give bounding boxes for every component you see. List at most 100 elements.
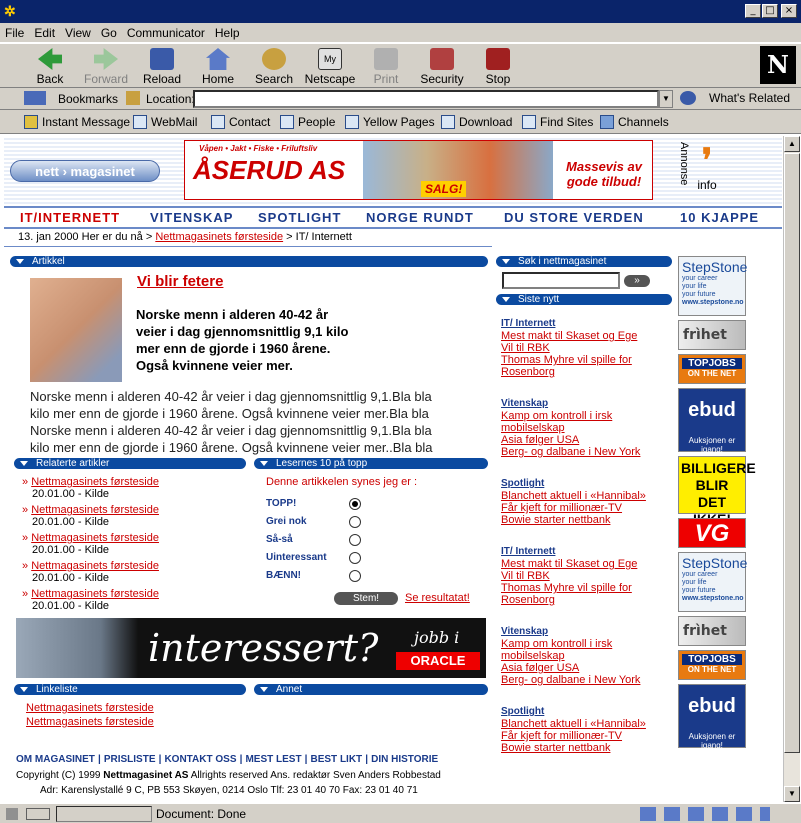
ad-offer-text: Massevis av gode tilbud!: [566, 159, 642, 189]
minimize-button[interactable]: _: [745, 4, 761, 18]
billigere-ad[interactable]: BILLIGERE BLIR DET IKKE!: [678, 456, 756, 527]
forward-button[interactable]: Forward: [78, 46, 134, 86]
vertical-scrollbar[interactable]: ▲ ▼: [783, 136, 800, 802]
netscape-icon: ✲: [4, 3, 16, 19]
site-logo[interactable]: nett › magasinet: [10, 160, 160, 182]
article-body-line: kilo mer enn de gjorde i 1960 årene. Ogs…: [30, 406, 429, 421]
menu-help[interactable]: Help: [210, 23, 245, 40]
aserud-ad-banner[interactable]: Våpen • Jakt • Fiske • Friluftsliv ÅSERU…: [184, 140, 653, 200]
topjobs-ad[interactable]: TOPJOBS ON THE NET: [678, 650, 746, 680]
poll-radio-uinteressant[interactable]: [349, 552, 361, 564]
related-link[interactable]: Nettmagasinets førsteside: [31, 476, 159, 488]
contact-link[interactable]: Contact: [211, 115, 270, 129]
window-title-bar: ✲ _ □ ×: [0, 0, 801, 23]
location-icon: [126, 91, 140, 105]
stepstone-ad[interactable]: StepStone your career your life your futu…: [678, 256, 747, 316]
nav-it-internett[interactable]: IT/INTERNETT: [20, 210, 120, 225]
back-button[interactable]: Back: [22, 46, 78, 86]
reload-button[interactable]: Reload: [134, 46, 190, 86]
instant-message-icon: [24, 115, 38, 129]
close-button[interactable]: ×: [781, 4, 797, 18]
nav-10-kjappe[interactable]: 10 KJAPPE: [680, 210, 759, 225]
linklist-item[interactable]: Nettmagasinets førsteside: [26, 701, 154, 715]
poll-radio-baenn[interactable]: [349, 570, 361, 582]
related-link[interactable]: Nettmagasinets førsteside: [31, 588, 159, 600]
whats-related-icon: [680, 91, 696, 105]
channels-link[interactable]: Channels: [600, 115, 669, 129]
oracle-banner-jobb: jobb i: [414, 628, 460, 647]
footer-prisliste[interactable]: PRISLISTE: [104, 754, 156, 765]
breadcrumb: 13. jan 2000 Her er du nå > Nettmagasine…: [18, 231, 352, 243]
vote-button[interactable]: Stem!: [334, 592, 398, 605]
location-input[interactable]: [193, 90, 659, 108]
page-content: nett › magasinet Våpen • Jakt • Fiske • …: [4, 136, 782, 802]
article-body-line: Norske menn i alderen 40-42 år veier i d…: [30, 423, 432, 438]
security-button[interactable]: Security: [414, 46, 470, 86]
article-bar: Artikkel: [10, 256, 488, 267]
stepstone-ad[interactable]: StepStone your career your life your futu…: [678, 552, 747, 612]
frihet-ad[interactable]: frìhet: [678, 320, 746, 350]
print-button[interactable]: Print: [358, 46, 414, 86]
netscape-button[interactable]: My Netscape: [302, 46, 358, 86]
poll-results-link[interactable]: Se resultatat!: [405, 592, 470, 604]
poll-option-label: BÆNN!: [266, 570, 301, 581]
footer-best-likt[interactable]: BEST LIKT: [311, 754, 363, 765]
poll-radio-sa-sa[interactable]: [349, 534, 361, 546]
oracle-banner[interactable]: interessert? jobb i ORACLE: [16, 618, 486, 678]
related-link[interactable]: Nettmagasinets førsteside: [31, 532, 159, 544]
scroll-thumb[interactable]: [784, 153, 800, 753]
breadcrumb-divider: [4, 246, 492, 247]
nav-du-store-verden[interactable]: DU STORE VERDEN: [504, 210, 644, 225]
breadcrumb-home-link[interactable]: Nettmagasinets førsteside: [155, 231, 283, 243]
find-sites-link[interactable]: Find Sites: [522, 115, 593, 129]
download-link[interactable]: Download: [441, 115, 512, 129]
people-link[interactable]: People: [280, 115, 335, 129]
linklist-bar: Linkeliste: [14, 684, 246, 695]
poll-radio-topp[interactable]: [349, 498, 361, 510]
oracle-banner-headline: interessert?: [148, 626, 379, 670]
component-bar-icon[interactable]: [640, 807, 770, 821]
location-dropdown-button[interactable]: ▼: [659, 90, 673, 108]
poll-radio-grei-nok[interactable]: [349, 516, 361, 528]
stop-button[interactable]: Stop: [470, 46, 526, 86]
home-button[interactable]: Home: [190, 46, 246, 86]
maximize-button[interactable]: □: [762, 4, 778, 18]
bookmark-n-icon: [441, 115, 455, 129]
forward-arrow-icon: [94, 48, 118, 70]
topjobs-ad[interactable]: TOPJOBS ON THE NET: [678, 354, 746, 384]
footer-address: Adr: Karenslystallé 9 C, PB 553 Skøyen, …: [40, 785, 418, 796]
bookmarks-button[interactable]: Bookmarks: [58, 92, 118, 106]
nav-vitenskap[interactable]: VITENSKAP: [150, 210, 233, 225]
frihet-ad[interactable]: frìhet: [678, 616, 746, 646]
related-link[interactable]: Nettmagasinets førsteside: [31, 504, 159, 516]
footer-kontakt-oss[interactable]: KONTAKT OSS: [164, 754, 236, 765]
site-search-input[interactable]: [502, 272, 620, 289]
ebud-ad[interactable]: ebud Auksjonen er igang!: [678, 684, 746, 750]
info-logo[interactable]: ❜ info: [692, 142, 722, 198]
vg-ad[interactable]: VG: [678, 518, 746, 548]
scroll-up-button[interactable]: ▲: [784, 136, 800, 152]
menu-edit[interactable]: Edit: [29, 23, 60, 40]
site-search-button[interactable]: »: [624, 275, 650, 287]
menu-view[interactable]: View: [60, 23, 96, 40]
yellow-pages-link[interactable]: Yellow Pages: [345, 115, 435, 129]
search-icon: [262, 48, 286, 70]
webmail-link[interactable]: WebMail: [133, 115, 197, 129]
instant-message-link[interactable]: Instant Message: [24, 115, 130, 129]
footer-om-magasinet[interactable]: OM MAGASINET: [16, 754, 95, 765]
scroll-down-button[interactable]: ▼: [784, 786, 800, 802]
related-link[interactable]: Nettmagasinets førsteside: [31, 560, 159, 572]
footer-din-historie[interactable]: DIN HISTORIE: [371, 754, 438, 765]
bookmark-n-icon: [345, 115, 359, 129]
menu-file[interactable]: File: [0, 23, 29, 40]
nav-spotlight[interactable]: SPOTLIGHT: [258, 210, 341, 225]
footer-mest-lest[interactable]: MEST LEST: [245, 754, 301, 765]
search-button[interactable]: Search: [246, 46, 302, 86]
nav-norge-rundt[interactable]: NORGE RUNDT: [366, 210, 474, 225]
whats-related-button[interactable]: What's Related: [709, 91, 790, 105]
linklist-item[interactable]: Nettmagasinets førsteside: [26, 715, 154, 729]
menu-communicator[interactable]: Communicator: [122, 23, 210, 40]
menu-go[interactable]: Go: [96, 23, 122, 40]
article-title[interactable]: Vi blir fetere: [137, 273, 223, 290]
ebud-ad[interactable]: ebud Auksjonen er igang!: [678, 388, 746, 454]
